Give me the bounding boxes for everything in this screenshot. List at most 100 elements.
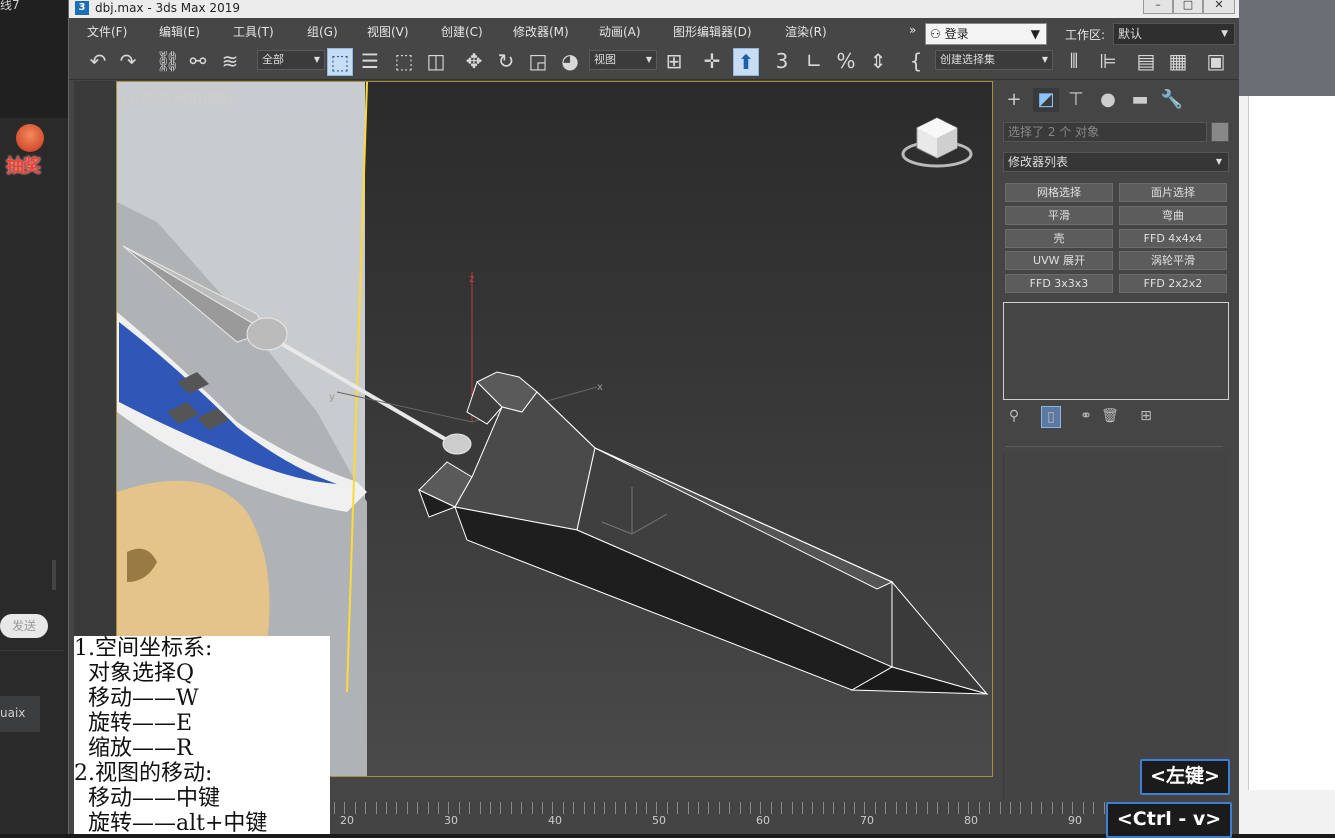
select-object-icon[interactable]: ⬚ (327, 48, 353, 76)
rectangular-selection-icon[interactable]: ⬚ (391, 48, 417, 74)
panel-divider-handle[interactable]: ..... (1107, 440, 1121, 450)
make-unique-icon[interactable]: ⚭ (1077, 406, 1095, 426)
spinner-snap-icon[interactable]: ⇕ (865, 48, 891, 74)
modifier-button-smooth[interactable]: 平滑 (1005, 206, 1113, 225)
workspace-dropdown[interactable]: 默认 ▼ (1113, 23, 1235, 45)
pivot-center-icon[interactable]: ⊞ (661, 48, 687, 74)
modifier-button-turbosmooth[interactable]: 涡轮平滑 (1119, 251, 1227, 270)
edit-named-selection-icon[interactable]: { (903, 48, 929, 74)
layer-explorer-icon[interactable]: ▤ (1133, 48, 1159, 74)
lottery-button[interactable]: 抽奖 (6, 124, 52, 182)
select-manipulate-icon[interactable]: ✛ (699, 48, 725, 74)
bind-space-warp-icon[interactable]: ≋ (217, 48, 243, 74)
show-end-result-icon[interactable]: ▯ (1041, 406, 1061, 428)
move-icon[interactable]: ✥ (461, 48, 487, 74)
menu-animation[interactable]: 动画(A) (599, 23, 641, 40)
undo-icon[interactable]: ↶ (85, 48, 111, 74)
redo-icon[interactable]: ↷ (115, 48, 141, 74)
curve-editor-icon[interactable]: ▣ (1203, 48, 1229, 74)
menu-tools[interactable]: 工具(T) (233, 23, 274, 40)
modifier-button-uvw-unwrap[interactable]: UVW 展开 (1005, 251, 1113, 270)
keyboard-shortcut-toggle-icon[interactable]: ⬆ (733, 48, 759, 76)
snaps-toggle-icon[interactable]: 3 (769, 48, 795, 74)
align-icon[interactable]: ⊫ (1095, 48, 1121, 74)
timeline-tick (1083, 802, 1084, 814)
ribbon-toggle-icon[interactable]: ▦ (1165, 48, 1191, 74)
configure-modifier-sets-icon[interactable]: ⊞ (1137, 406, 1155, 426)
user-name-chip[interactable]: uaix (0, 696, 40, 732)
remove-modifier-icon[interactable]: 🗑 (1101, 406, 1119, 426)
note-line: 对象选择Q (74, 661, 195, 686)
menu-create[interactable]: 创建(C) (441, 23, 483, 40)
rotate-icon[interactable]: ↻ (493, 48, 519, 74)
timeline-tick (927, 802, 928, 814)
angle-snap-icon[interactable]: ∟ (801, 48, 827, 74)
login-dropdown[interactable]: ⚇ 登录 ▼ (925, 23, 1047, 45)
viewcube[interactable] (901, 117, 973, 168)
pin-stack-icon[interactable]: ⚲ (1005, 406, 1023, 426)
link-icon[interactable]: ⛓ (155, 48, 181, 74)
menu-view[interactable]: 视图(V) (367, 23, 409, 40)
menu-overflow[interactable]: » (909, 23, 916, 37)
modifier-button-patch-select[interactable]: 面片选择 (1119, 183, 1227, 202)
motion-tab-icon[interactable]: ● (1095, 88, 1121, 112)
modifier-button-shell[interactable]: 壳 (1005, 229, 1113, 248)
display-tab-icon[interactable]: ▬ (1127, 88, 1153, 112)
timeline-tick (459, 802, 460, 814)
close-button[interactable]: ✕ (1203, 0, 1235, 14)
gizmo-z-label: z (469, 274, 474, 285)
note-line: 1.空间坐标系: (74, 636, 213, 661)
workspace-value: 默认 (1118, 27, 1143, 41)
maximize-button[interactable]: □ (1173, 0, 1203, 14)
timeline-tick (1020, 802, 1021, 814)
named-selection-dropdown[interactable]: 创建选择集 ▼ (935, 50, 1053, 70)
mirror-icon[interactable]: ⫴ (1061, 48, 1087, 74)
modifier-button-ffd-2[interactable]: FFD 2x2x2 (1119, 274, 1227, 293)
menu-edit[interactable]: 编辑(E) (159, 23, 200, 40)
time-slider[interactable] (330, 800, 1238, 834)
placement-icon[interactable]: ◕ (557, 48, 583, 74)
percent-snap-icon[interactable]: % (833, 48, 859, 74)
send-button[interactable]: 发送 (0, 614, 48, 638)
create-tab-icon[interactable]: + (1001, 88, 1027, 112)
object-color-swatch[interactable] (1211, 122, 1229, 142)
modify-tab-icon[interactable]: ◩ (1033, 88, 1059, 112)
window-crossing-icon[interactable]: ◫ (423, 48, 449, 74)
unlink-icon[interactable]: ⚯ (185, 48, 211, 74)
timeline-tick (677, 802, 678, 814)
reference-coordinate-dropdown[interactable]: 视图 ▼ (589, 50, 657, 70)
timeline-tick (1041, 802, 1042, 814)
selection-filter-dropdown[interactable]: 全部 ▼ (257, 50, 325, 70)
timeline-tick (844, 802, 845, 814)
timeline-tick (365, 802, 366, 814)
chat-scrollbar[interactable] (52, 560, 56, 590)
modifier-button-mesh-select[interactable]: 网格选择 (1005, 183, 1113, 202)
minimize-button[interactable]: – (1143, 0, 1173, 14)
timeline-label: 30 (444, 814, 458, 827)
select-by-name-icon[interactable]: ☰ (357, 48, 383, 74)
timeline-tick (864, 802, 865, 814)
coord-value: 视图 (594, 53, 616, 66)
menu-graph-editors[interactable]: 图形编辑器(D) (673, 23, 752, 40)
title-bar: 3 dbj.max - 3ds Max 2019 – □ ✕ (69, 0, 1239, 18)
hierarchy-tab-icon[interactable]: ⊤ (1063, 88, 1089, 112)
modifier-button-ffd-3[interactable]: FFD 3x3x3 (1005, 274, 1113, 293)
parameters-rollout (1003, 452, 1228, 802)
modifier-list-dropdown[interactable]: 修改器列表 ▼ (1003, 152, 1229, 172)
modifier-button-bend[interactable]: 弯曲 (1119, 206, 1227, 225)
utilities-tab-icon[interactable]: 🔧 (1159, 88, 1185, 112)
scale-icon[interactable]: ◲ (525, 48, 551, 74)
menu-modifiers[interactable]: 修改器(M) (513, 23, 569, 40)
note-line: 缩放——R (74, 736, 193, 761)
menu-file[interactable]: 文件(F) (87, 23, 127, 40)
menu-group[interactable]: 组(G) (307, 23, 338, 40)
menu-rendering[interactable]: 渲染(R) (785, 23, 827, 40)
timeline-label: 90 (1068, 814, 1082, 827)
timeline-tick (771, 802, 772, 814)
modifier-stack[interactable] (1003, 302, 1229, 400)
viewport-label[interactable]: [+] [正交] [标准] [边面] (123, 90, 232, 105)
modifier-button-ffd-4[interactable]: FFD 4x4x4 (1119, 229, 1227, 248)
command-panel: + ◩ ⊤ ● ▬ 🔧 选择了 2 个 对象 修改器列表 ▼ 网格选择 面片选择 … (997, 84, 1235, 804)
timeline-tick (708, 802, 709, 814)
selection-info-field[interactable]: 选择了 2 个 对象 (1003, 122, 1207, 142)
